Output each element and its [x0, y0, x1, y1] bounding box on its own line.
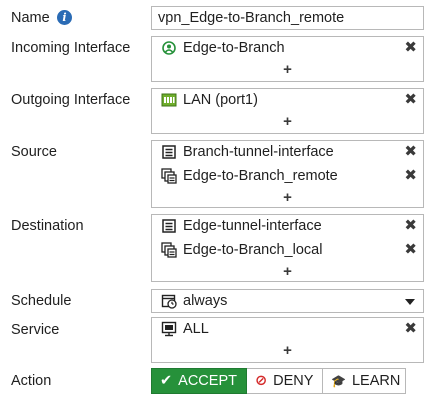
item-label: Edge-to-Branch: [183, 40, 285, 56]
check-icon: ✔: [160, 373, 173, 389]
address-icon: [162, 219, 176, 233]
address-group-icon: [161, 168, 177, 184]
list-item: Edge-to-Branch_remote ✖: [152, 165, 423, 187]
outgoing-interface-label: Outgoing Interface: [11, 92, 131, 108]
schedule-select[interactable]: always: [151, 289, 424, 313]
add-icon[interactable]: +: [152, 190, 423, 206]
destination-label: Destination: [11, 218, 84, 234]
action-button-group: ✔ ACCEPT ⊘ DENY 🎓 LEARN: [151, 368, 406, 394]
action-label: Action: [11, 373, 52, 389]
remove-icon[interactable]: ✖: [404, 143, 417, 161]
service-icon: [161, 321, 177, 337]
chevron-down-icon: [405, 299, 415, 305]
item-label: LAN (port1): [183, 92, 258, 108]
name-label: Name: [11, 10, 50, 26]
address-icon: [162, 145, 176, 159]
schedule-icon: [161, 294, 177, 309]
remove-icon[interactable]: ✖: [404, 39, 417, 57]
incoming-interface-field[interactable]: Edge-to-Branch ✖ +: [151, 36, 424, 82]
list-item: ALL ✖: [152, 318, 423, 340]
item-label: Edge-to-Branch_local: [183, 242, 323, 258]
list-item: LAN (port1) ✖: [152, 89, 423, 111]
list-item: Edge-tunnel-interface ✖: [152, 215, 423, 237]
deny-button[interactable]: ⊘ DENY: [247, 368, 323, 394]
schedule-label: Schedule: [11, 293, 72, 309]
service-field[interactable]: ALL ✖ +: [151, 317, 424, 363]
learn-button[interactable]: 🎓 LEARN: [323, 368, 406, 394]
item-label: Branch-tunnel-interface: [183, 144, 334, 160]
remove-icon[interactable]: ✖: [404, 91, 417, 109]
info-icon[interactable]: i: [57, 10, 72, 25]
destination-field[interactable]: Edge-tunnel-interface ✖ Edge-to-Branch_l…: [151, 214, 424, 282]
source-field[interactable]: Branch-tunnel-interface ✖ Edge-to-Branch…: [151, 140, 424, 208]
add-icon[interactable]: +: [152, 114, 423, 130]
port-icon: [161, 93, 177, 107]
incoming-interface-label: Incoming Interface: [11, 40, 131, 56]
deny-label: DENY: [273, 373, 314, 389]
remove-icon[interactable]: ✖: [404, 241, 417, 259]
list-item: Branch-tunnel-interface ✖: [152, 141, 423, 163]
outgoing-interface-field[interactable]: LAN (port1) ✖ +: [151, 88, 424, 134]
address-group-icon: [161, 242, 177, 258]
name-input[interactable]: vpn_Edge-to-Branch_remote: [151, 6, 424, 30]
schedule-value: always: [183, 293, 228, 309]
accept-label: ACCEPT: [178, 373, 237, 389]
remove-icon[interactable]: ✖: [404, 217, 417, 235]
item-label: Edge-tunnel-interface: [183, 218, 322, 234]
service-label: Service: [11, 322, 60, 338]
add-icon[interactable]: +: [152, 62, 423, 78]
remove-icon[interactable]: ✖: [404, 167, 417, 185]
source-label: Source: [11, 144, 57, 160]
add-icon[interactable]: +: [152, 343, 423, 359]
list-item: Edge-to-Branch_local ✖: [152, 239, 423, 261]
graduation-cap-icon: 🎓: [331, 374, 346, 388]
deny-icon: ⊘: [255, 373, 268, 389]
list-item: Edge-to-Branch ✖: [152, 37, 423, 59]
learn-label: LEARN: [351, 373, 401, 389]
remove-icon[interactable]: ✖: [404, 320, 417, 338]
item-label: ALL: [183, 321, 209, 337]
accept-button[interactable]: ✔ ACCEPT: [151, 368, 247, 394]
add-icon[interactable]: +: [152, 264, 423, 280]
item-label: Edge-to-Branch_remote: [183, 168, 338, 184]
tunnel-icon: [162, 41, 176, 55]
